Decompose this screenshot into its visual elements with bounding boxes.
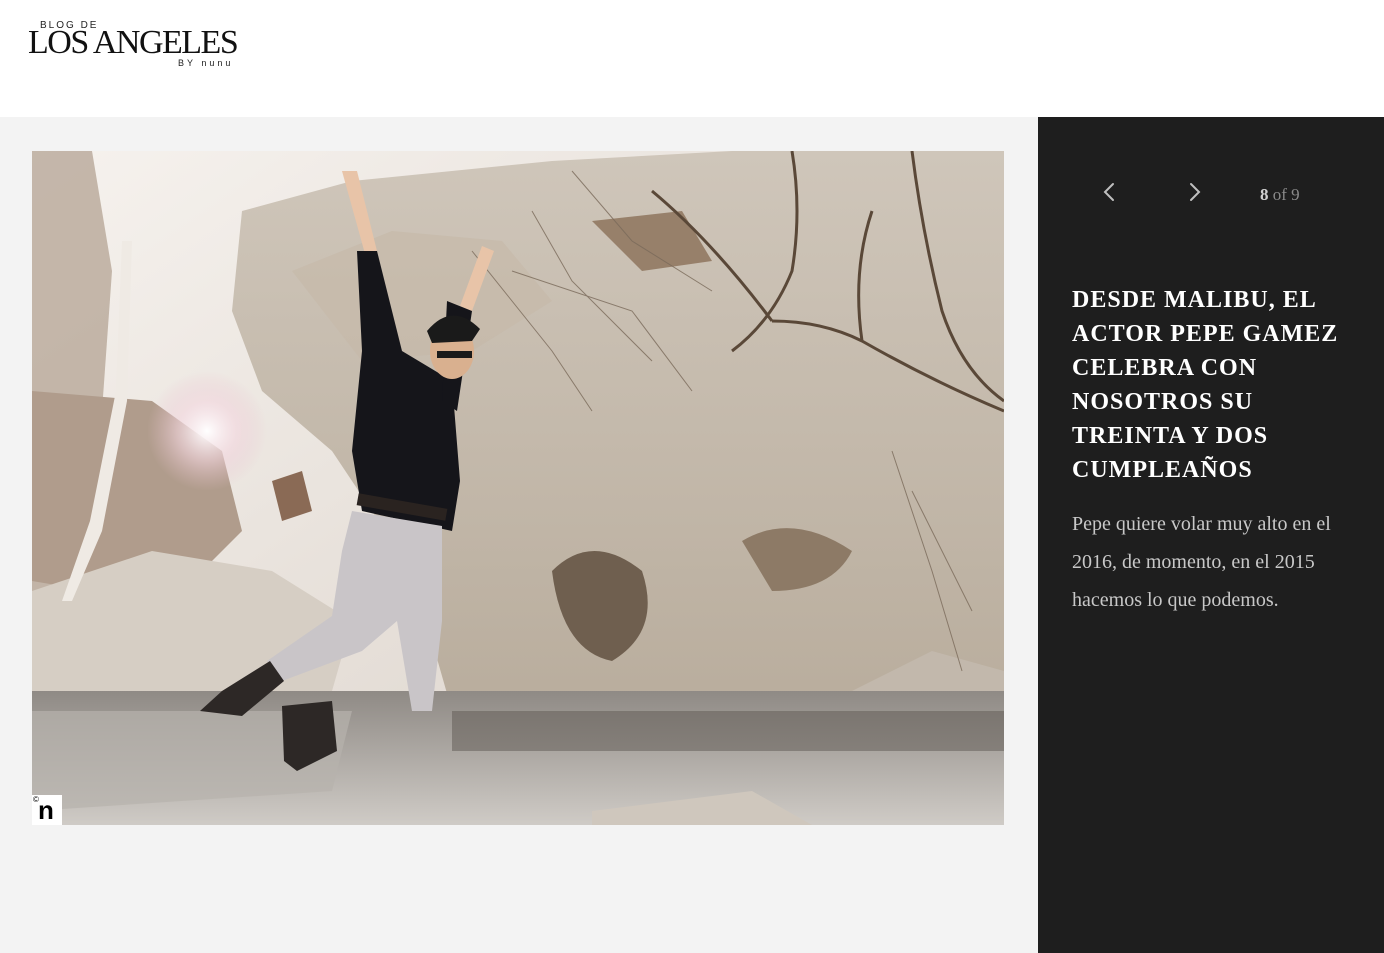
logo-byline: BY nunu xyxy=(178,58,234,68)
slide-description: Pepe quiere volar muy alto en el 2016, d… xyxy=(1072,513,1331,611)
photo-watermark: © n xyxy=(32,795,62,825)
gallery-nav: 8 of 9 xyxy=(1038,173,1384,213)
gallery-photo[interactable]: © n xyxy=(32,151,1004,825)
slide-counter: 8 of 9 xyxy=(1260,185,1300,205)
caption-panel: 8 of 9 DESDE MALIBU, EL ACTOR PEPE GAMEZ… xyxy=(1038,117,1384,953)
previous-button[interactable] xyxy=(1094,177,1124,207)
photo-illustration xyxy=(32,151,1004,825)
slide-total: of 9 xyxy=(1272,185,1300,204)
chevron-right-icon xyxy=(1180,177,1210,207)
next-button[interactable] xyxy=(1180,177,1210,207)
logo-wordmark: LOS ANGELES xyxy=(28,24,239,61)
slide-current: 8 xyxy=(1260,185,1269,204)
gallery-stage: © n xyxy=(0,117,1038,953)
site-header: BLOG DE LOS ANGELES BY nunu xyxy=(0,0,1384,117)
watermark-letter: n xyxy=(38,795,54,825)
chevron-left-icon xyxy=(1094,177,1124,207)
site-logo[interactable]: BLOG DE LOS ANGELES BY nunu xyxy=(28,18,258,70)
slide-title: DESDE MALIBU, EL ACTOR PEPE GAMEZ CELEBR… xyxy=(1072,287,1339,483)
